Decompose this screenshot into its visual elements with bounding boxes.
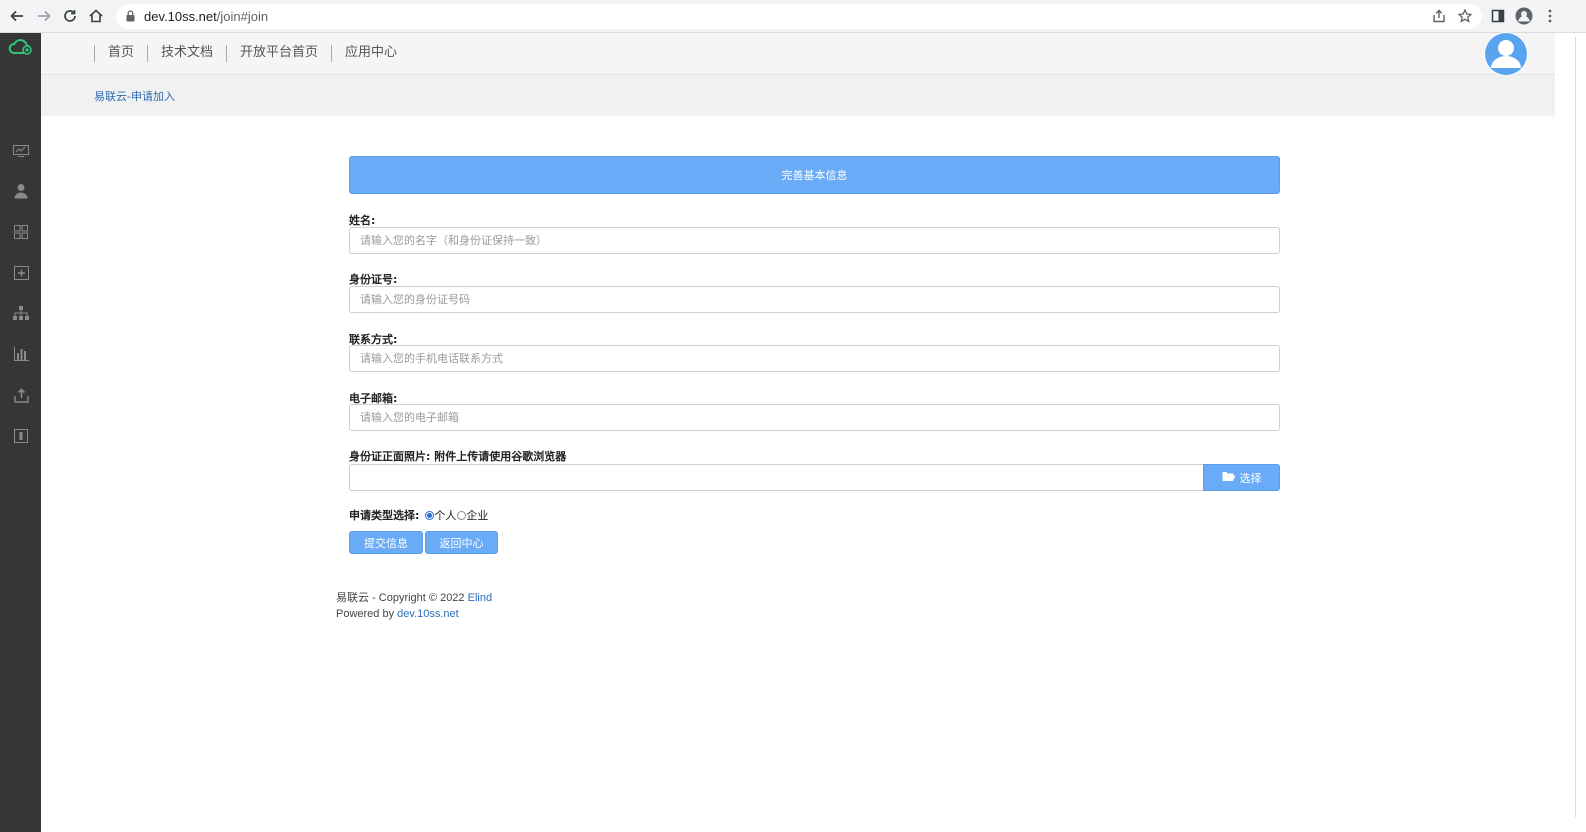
top-nav: 首页 技术文档 开放平台首页 应用中心 (41, 32, 1586, 76)
kebab-menu-icon[interactable] (1540, 6, 1560, 26)
id-number-input[interactable] (349, 286, 1280, 313)
avatar[interactable] (1484, 32, 1528, 76)
name-label: 姓名: (349, 214, 376, 227)
menu-item-open-platform[interactable]: 开放平台首页 (227, 44, 331, 62)
site-link[interactable]: dev.10ss.net (397, 608, 459, 620)
radio-enterprise[interactable] (457, 510, 467, 520)
choose-file-label: 选择 (1239, 471, 1262, 485)
breadcrumb-bar: 易联云-申请加入 (41, 75, 1555, 116)
page-scrollbar[interactable] (1555, 33, 1586, 832)
footer-copyright: 易联云 - Copyright © 2022 Elind (336, 590, 492, 606)
url-path: /join#join (216, 9, 269, 24)
radio-enterprise-label: 企业 (466, 509, 489, 522)
footer-powered: Powered by dev.10ss.net (336, 606, 492, 622)
elind-link[interactable]: Elind (468, 592, 492, 604)
back-arrow-icon[interactable] (7, 6, 27, 26)
name-input[interactable] (349, 227, 1280, 254)
org-tree-icon[interactable] (11, 303, 31, 323)
phone-input[interactable] (349, 345, 1280, 372)
url-text: dev.10ss.net/join#join (144, 9, 268, 24)
apply-type-label: 申请类型选择: (349, 509, 420, 522)
url-host: dev.10ss.net (144, 9, 217, 24)
radio-personal-label: 个人 (434, 509, 457, 522)
top-menu: 首页 技术文档 开放平台首页 应用中心 (94, 44, 410, 62)
folder-open-icon (1222, 471, 1236, 485)
email-input[interactable] (349, 404, 1280, 431)
form-header: 完善基本信息 (349, 156, 1280, 194)
back-to-center-button[interactable]: 返回中心 (425, 531, 498, 554)
choose-file-button[interactable]: 选择 (1203, 464, 1280, 491)
id-number-label: 身份证号: (349, 273, 398, 286)
footer: 易联云 - Copyright © 2022 Elind Powered by … (336, 590, 492, 622)
info-box-icon[interactable] (11, 426, 31, 446)
star-icon[interactable] (1455, 6, 1475, 26)
submit-button[interactable]: 提交信息 (349, 531, 423, 554)
menu-item-docs[interactable]: 技术文档 (148, 44, 226, 62)
left-sidebar (0, 33, 41, 832)
powered-text: Powered by (336, 608, 398, 620)
cloud-logo-icon[interactable] (8, 37, 34, 61)
profile-icon[interactable] (1514, 6, 1534, 26)
side-panel-icon[interactable] (1488, 6, 1508, 26)
radio-personal[interactable] (425, 510, 435, 520)
id-photo-file-field[interactable] (349, 464, 1204, 491)
user-icon[interactable] (11, 181, 31, 201)
reload-icon[interactable] (60, 6, 80, 26)
address-bar[interactable]: dev.10ss.net/join#join (116, 4, 1482, 29)
join-form: 完善基本信息 姓名: 身份证号: 联系方式: 电子邮箱: 身份证正面照片: 附件… (349, 156, 1280, 554)
menu-item-app-center[interactable]: 应用中心 (332, 44, 410, 62)
lock-icon (126, 10, 135, 25)
upload-icon[interactable] (11, 385, 31, 405)
menu-item-home[interactable]: 首页 (95, 44, 147, 62)
share-icon[interactable] (1429, 6, 1449, 26)
add-box-icon[interactable] (11, 263, 31, 283)
grid-icon[interactable] (11, 222, 31, 242)
home-icon[interactable] (86, 6, 106, 26)
copyright-text: 易联云 - Copyright © 2022 (336, 592, 468, 604)
bar-chart-icon[interactable] (11, 344, 31, 364)
breadcrumb[interactable]: 易联云-申请加入 (94, 88, 175, 104)
forward-arrow-icon[interactable] (34, 6, 54, 26)
id-photo-label: 身份证正面照片: 附件上传请使用谷歌浏览器 (349, 450, 567, 463)
dashboard-icon[interactable] (11, 141, 31, 161)
browser-toolbar: dev.10ss.net/join#join (0, 0, 1586, 33)
apply-type-row: 申请类型选择: 个人 企业 (349, 507, 488, 523)
scrollbar-thumb[interactable] (1575, 37, 1576, 817)
